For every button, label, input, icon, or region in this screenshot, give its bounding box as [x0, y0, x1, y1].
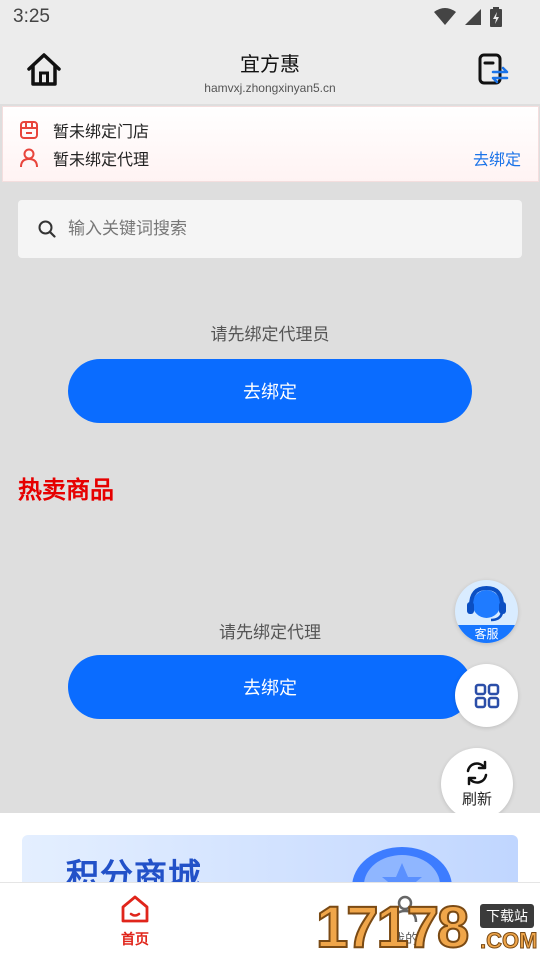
hot-products-title: 热卖商品	[18, 476, 114, 504]
title-block: 宜方惠 hamvxj.zhongxinyan5.cn	[120, 48, 420, 95]
bind-link[interactable]: 去绑定	[473, 146, 521, 170]
app-header: 宜方惠 hamvxj.zhongxinyan5.cn	[0, 36, 540, 104]
watermark-suffix: .COM	[479, 928, 538, 954]
switch-icon	[478, 53, 509, 85]
headset-icon	[467, 585, 506, 622]
switch-store-button[interactable]	[476, 52, 512, 88]
page-title: 宜方惠	[240, 52, 300, 76]
refresh-button[interactable]: 刷新	[441, 748, 513, 820]
status-time: 3:25	[13, 6, 50, 27]
tab-home[interactable]: 首页	[95, 895, 175, 949]
bind-agent-button[interactable]: 去绑定	[68, 359, 472, 423]
status-bar: 3:25	[0, 0, 540, 36]
bind-proxy-button[interactable]: 去绑定	[68, 655, 472, 719]
customer-service-label: 客服	[455, 625, 518, 643]
store-bind-row: 暂未绑定门店	[19, 118, 149, 142]
agent-bind-text: 暂未绑定代理	[53, 150, 150, 169]
store-icon	[20, 121, 38, 139]
customer-service-button[interactable]: 客服	[455, 580, 518, 643]
bind-status-panel: 暂未绑定门店 暂未绑定代理 去绑定	[2, 106, 539, 182]
refresh-label: 刷新	[461, 789, 492, 808]
agent-bind-row: 暂未绑定代理	[19, 146, 149, 170]
tab-home-label: 首页	[121, 932, 149, 948]
menu-grid-button[interactable]	[455, 664, 518, 727]
page-url: hamvxj.zhongxinyan5.cn	[204, 81, 336, 95]
search-icon	[38, 220, 56, 238]
signal-icon	[465, 9, 481, 25]
watermark-tag: 下载站	[480, 904, 534, 928]
home-button[interactable]	[24, 50, 64, 90]
refresh-icon	[466, 760, 488, 785]
home-tab-icon	[121, 895, 149, 923]
bind-agent-hint: 请先绑定代理员	[210, 325, 330, 345]
status-icons	[434, 7, 502, 27]
wifi-icon	[434, 8, 456, 25]
watermark-number: 17178	[315, 895, 470, 960]
battery-icon	[490, 7, 502, 27]
store-bind-text: 暂未绑定门店	[53, 122, 150, 141]
site-watermark: 17178 下载站 .COM	[315, 895, 540, 960]
home-icon	[27, 53, 61, 86]
search-input[interactable]	[68, 219, 468, 239]
user-icon	[20, 148, 38, 168]
search-bar[interactable]	[18, 200, 522, 258]
grid-icon	[474, 683, 499, 708]
